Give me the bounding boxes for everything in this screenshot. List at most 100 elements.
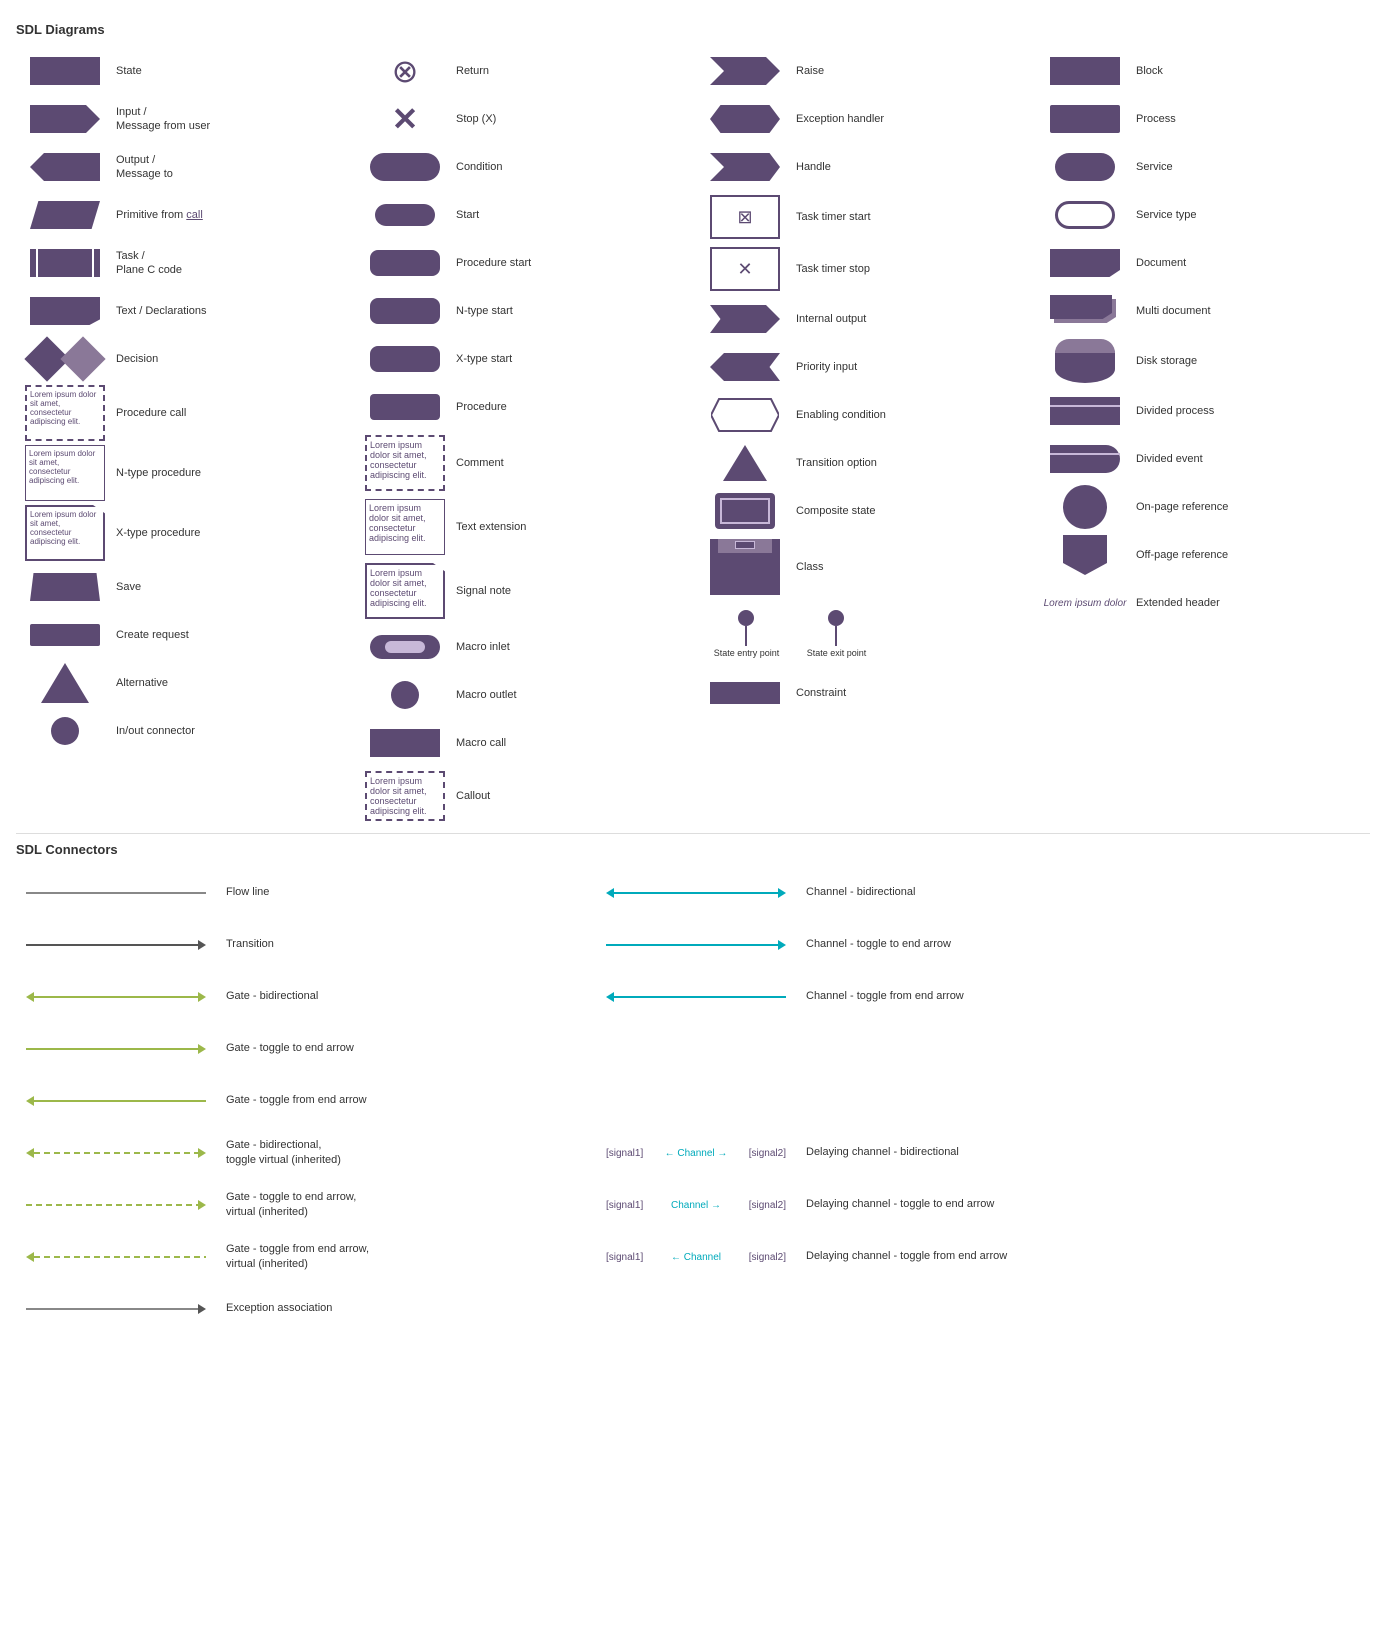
shape-row-stop: ✕ Stop (X) (356, 95, 696, 143)
delaying-bidir-signal1: [signal1] (606, 1148, 643, 1159)
shape-disk-c (1040, 339, 1130, 383)
shape-composite-c (700, 493, 790, 529)
delaying-toggle-from-channel-text: ← Channel (671, 1252, 721, 1263)
channel-toggle-from-body (614, 996, 786, 998)
shape-timer-stop-c: ✕ (700, 247, 790, 291)
shape-raise-c (700, 57, 790, 85)
handle-shape (710, 153, 780, 181)
shape-document-c (1040, 249, 1130, 277)
gate-bidir-virtual-shape (26, 1148, 206, 1158)
xtype-proc-shape: Lorem ipsum dolor sit amet, consectetur … (25, 505, 105, 561)
channel-toggle-end-body (606, 944, 778, 946)
text-ext-label: Text extension (450, 520, 692, 534)
shape-row-document: Document (1036, 239, 1376, 287)
exception-assoc-body (26, 1308, 198, 1310)
gate-toggle-end-virtual-visual (16, 1200, 216, 1210)
delaying-toggle-from-signal2: [signal2] (749, 1252, 786, 1263)
delaying-toggle-from-signal1: [signal1] (606, 1252, 643, 1263)
divided-event-shape (1050, 445, 1120, 473)
timer-stop-shape: ✕ (710, 247, 780, 291)
save-label: Save (110, 580, 352, 594)
shapes-col3: Raise Exception handler Handle (696, 47, 1036, 825)
shape-output (20, 153, 110, 181)
class-shape (710, 539, 780, 595)
gate-bidir-body (34, 996, 198, 998)
shape-primitive (20, 201, 110, 229)
shape-row-enabling: Enabling condition (696, 391, 1036, 439)
shape-row-input: Input /Message from user (16, 95, 356, 143)
exc-handler-shape (710, 105, 780, 133)
input-shape (30, 105, 100, 133)
shape-row-condition: Condition (356, 143, 696, 191)
transition-arrow (198, 940, 206, 950)
channel-toggle-from-label: Channel - toggle from end arrow (796, 989, 1156, 1004)
text-decl-shape (30, 297, 100, 325)
connector-flow-line: Flow line (16, 867, 576, 919)
composite-label: Composite state (790, 504, 1032, 518)
shape-enabling-c (700, 397, 790, 433)
shape-row-process: Process (1036, 95, 1376, 143)
shape-row-divided-process: Divided process (1036, 387, 1376, 435)
xtype-start-label: X-type start (450, 352, 692, 366)
gate-bidir-arrow-right (198, 992, 206, 1002)
gate-toggle-from-shape (26, 1096, 206, 1106)
shape-row-state: State (16, 47, 356, 95)
comment-label: Comment (450, 456, 692, 470)
shape-text-ext-c: Lorem ipsum dolor sit amet, consectetur … (360, 499, 450, 555)
service-type-shape (1055, 201, 1115, 229)
proc-call-shape: Lorem ipsum dolor sit amet, consectetur … (25, 385, 105, 441)
shape-row-signal-note: Lorem ipsum dolor sit amet, consectetur … (356, 559, 696, 623)
shape-row-output: Output /Message to (16, 143, 356, 191)
connector-gate-toggle-end: Gate - toggle to end arrow (16, 1023, 576, 1075)
shape-row-exc-handler: Exception handler (696, 95, 1036, 143)
shape-row-constraint: Constraint (696, 669, 1036, 717)
connector-gate-bidir-virtual: Gate - bidirectional,toggle virtual (inh… (16, 1127, 576, 1179)
gate-bidir-virtual-body (34, 1152, 198, 1154)
callout-label: Callout (450, 789, 692, 803)
connector-delaying-toggle-end: [signal1] Channel → [signal2] Delaying c… (596, 1179, 1156, 1231)
shape-row-ntype-proc: Lorem ipsum dolor sit amet, consectetur … (16, 443, 356, 503)
shape-row-comment: Lorem ipsum dolor sit amet, consectetur … (356, 431, 696, 495)
shapes-col4: Block Process Service Serv (1036, 47, 1376, 825)
shape-row-onpage-ref: On-page reference (1036, 483, 1376, 531)
channel-toggle-end-arrow (778, 940, 786, 950)
shape-ntype-start-c (360, 298, 450, 324)
channel-toggle-from-arrow (606, 992, 614, 1002)
start-label: Start (450, 208, 692, 222)
shape-create (20, 624, 110, 646)
shape-row-internal-output: Internal output (696, 295, 1036, 343)
shape-multi-doc-c (1040, 295, 1130, 327)
ntype-start-label: N-type start (450, 304, 692, 318)
shape-block-c (1040, 57, 1130, 85)
connector-exception-assoc: Exception association (16, 1283, 576, 1335)
shape-row-macro-inlet: Macro inlet (356, 623, 696, 671)
delaying-toggle-end-signal1: [signal1] (606, 1200, 643, 1211)
transition-label: Transition (216, 937, 576, 952)
gate-bidir-virtual-arrow-right (198, 1148, 206, 1158)
delaying-toggle-end-signal2: [signal2] (749, 1200, 786, 1211)
shape-row-task: Task /Plane C code (16, 239, 356, 287)
channel-toggle-end-label: Channel - toggle to end arrow (796, 937, 1156, 952)
shape-priority-input-c (700, 353, 790, 381)
shape-exc-handler-c (700, 105, 790, 133)
primitive-shape (30, 201, 100, 229)
signal-note-shape: Lorem ipsum dolor sit amet, consectetur … (365, 563, 445, 619)
shape-ext-header-c: Lorem ipsum dolor (1040, 598, 1130, 609)
shape-row-composite: Composite state (696, 487, 1036, 535)
channel-toggle-end-visual (596, 940, 796, 950)
macro-call-label: Macro call (450, 736, 692, 750)
xtype-start-shape (370, 346, 440, 372)
connectors-left-col: Flow line Transition (16, 867, 576, 1335)
stop-label: Stop (X) (450, 112, 692, 126)
gate-toggle-from-visual (16, 1096, 216, 1106)
onpage-ref-label: On-page reference (1130, 500, 1372, 514)
transition-body (26, 944, 198, 946)
macro-outlet-label: Macro outlet (450, 688, 692, 702)
gate-bidir-virtual-arrow-left (26, 1148, 34, 1158)
timer-stop-label: Task timer stop (790, 262, 1032, 276)
shape-row-transition-opt: Transition option (696, 439, 1036, 487)
transition-visual (16, 940, 216, 950)
ext-header-shape: Lorem ipsum dolor (1044, 598, 1127, 609)
macro-inlet-inner (385, 641, 425, 653)
state-label: State (110, 64, 352, 78)
